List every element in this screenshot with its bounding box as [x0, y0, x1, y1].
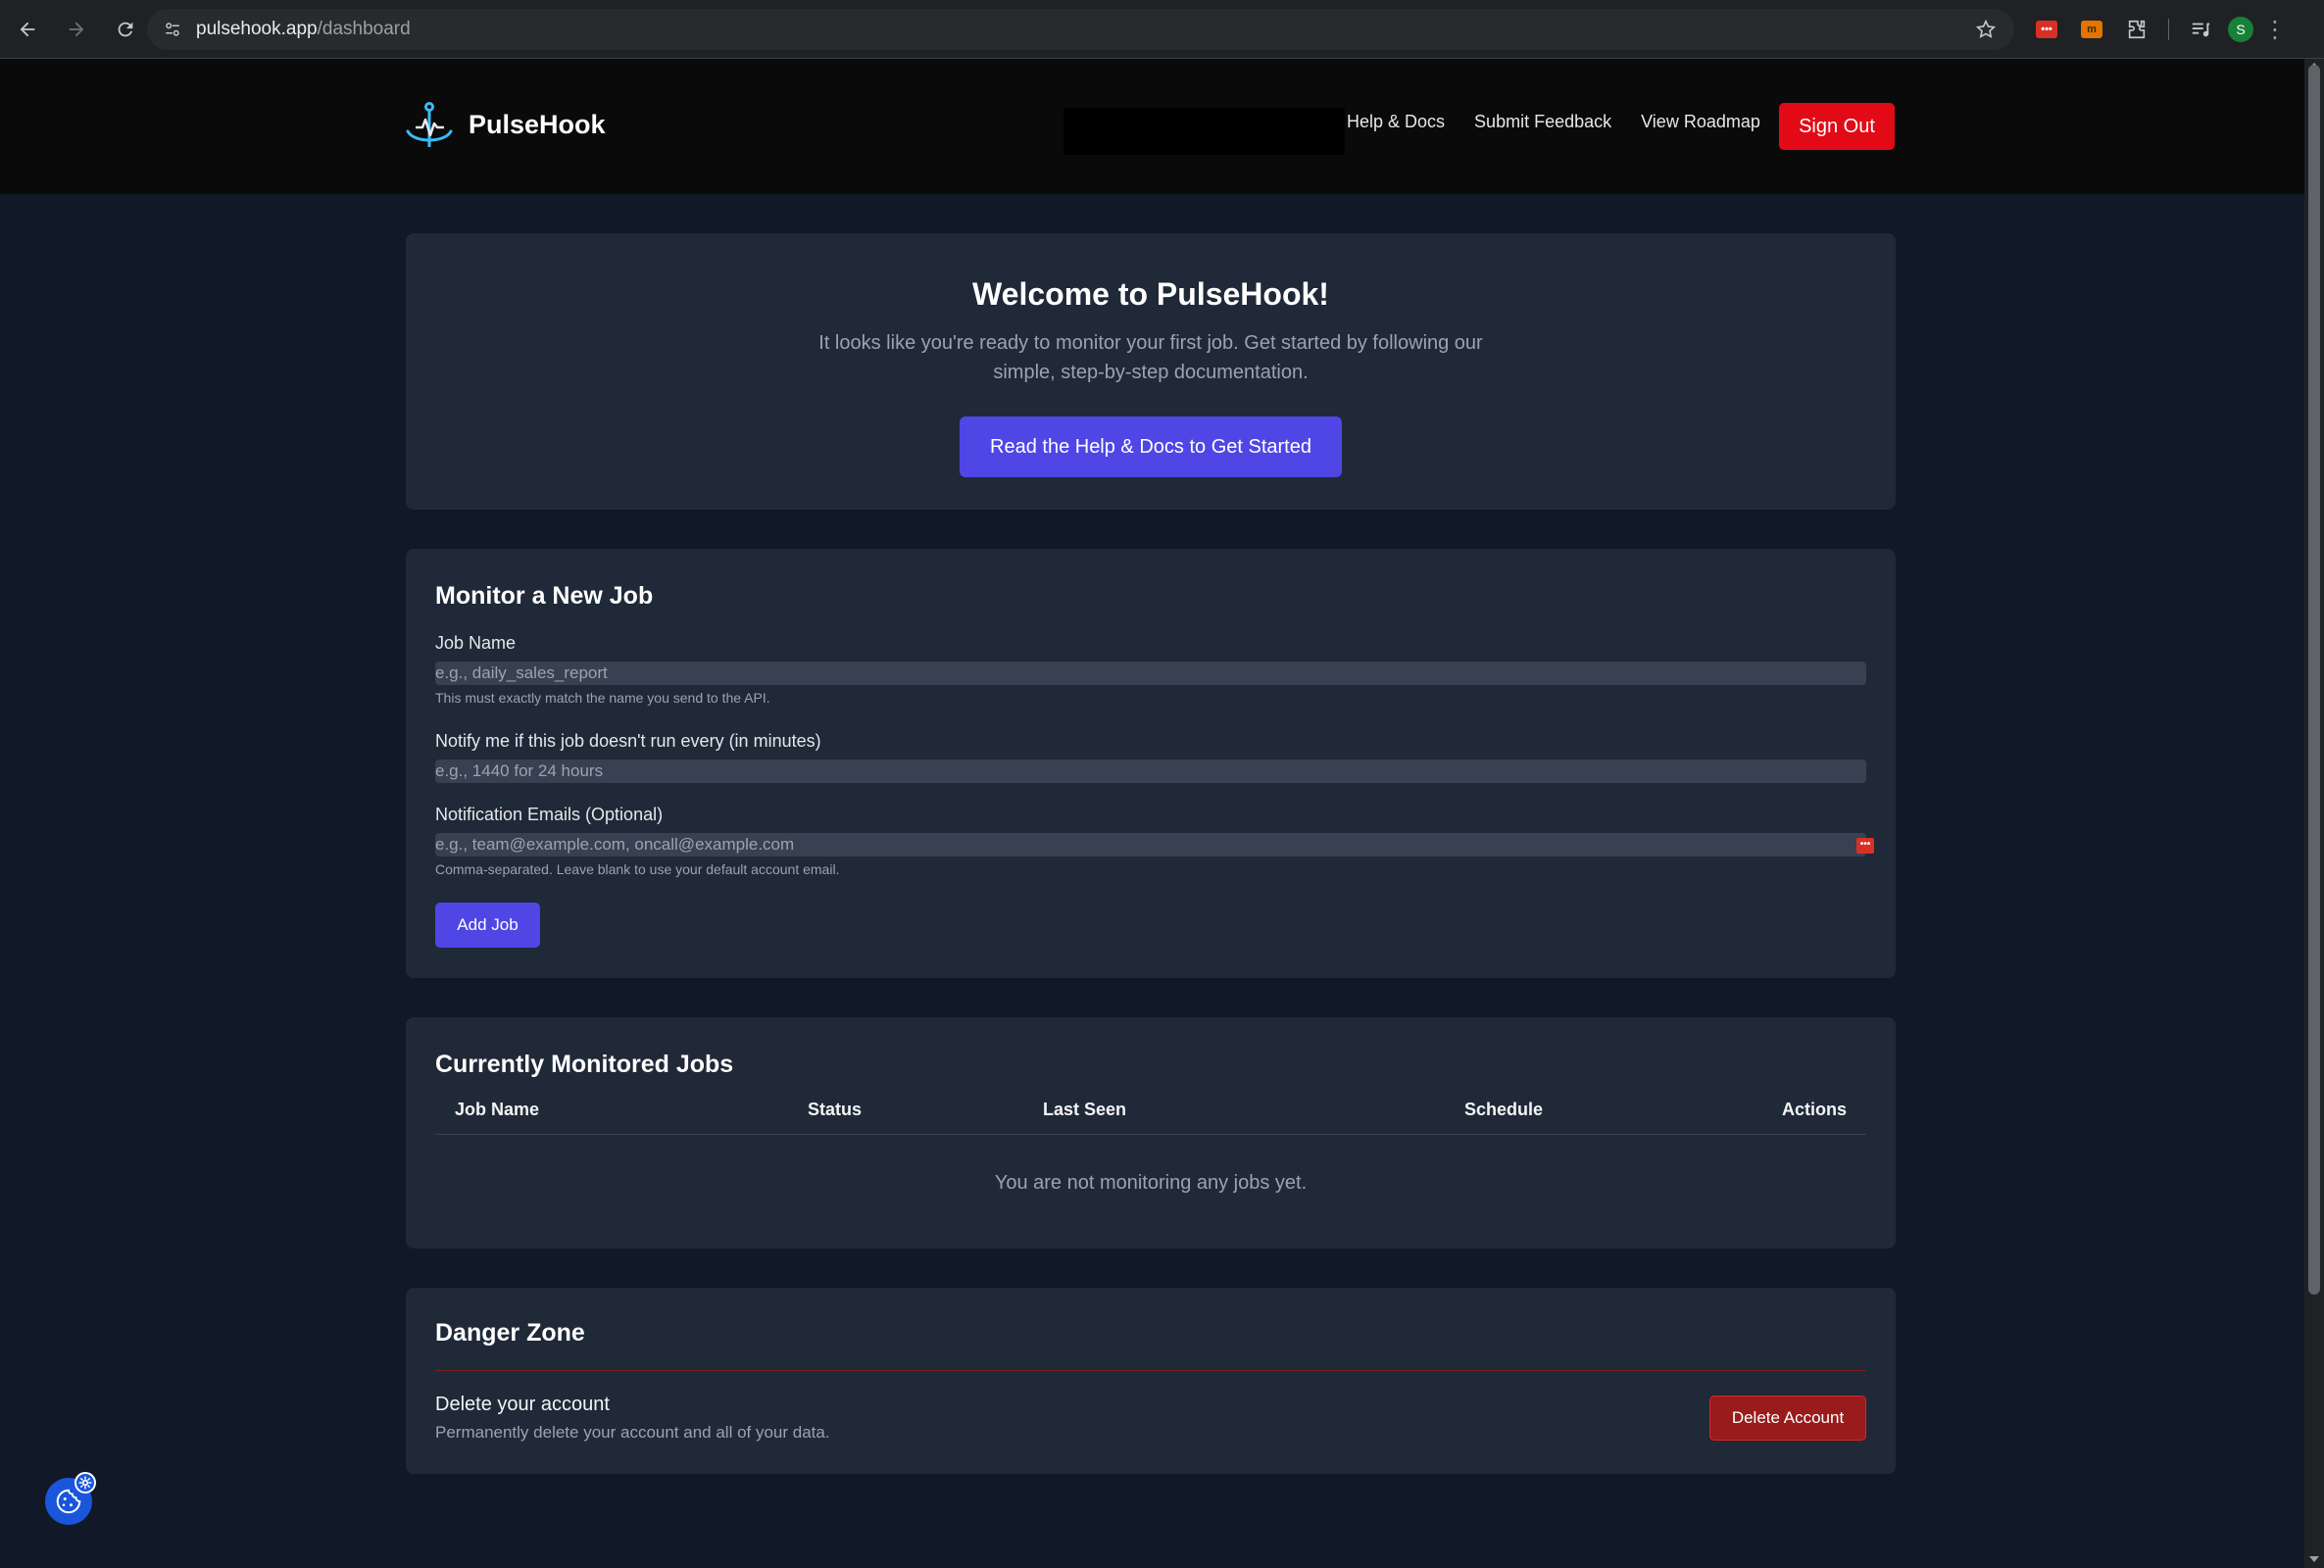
pulsehook-logo-icon [406, 102, 453, 147]
browser-menu-icon[interactable]: ⋮ [2263, 16, 2287, 44]
job-name-input[interactable] [435, 662, 1866, 685]
welcome-card: Welcome to PulseHook! It looks like you'… [406, 233, 1896, 510]
add-job-button[interactable]: Add Job [435, 903, 540, 948]
column-last-seen: Last Seen [1043, 1100, 1127, 1119]
nav-help-docs[interactable]: Help & Docs [1347, 110, 1445, 133]
extension-bar: ••• m S ⋮ [2029, 10, 2287, 49]
url-text: pulsehook.app/dashboard [196, 19, 411, 40]
emails-hint: Comma-separated. Leave blank to use your… [435, 861, 840, 877]
job-name-hint: This must exactly match the name you sen… [435, 690, 770, 706]
profile-avatar[interactable]: S [2228, 17, 2253, 42]
url-path: /dashboard [317, 19, 411, 39]
interval-input[interactable] [435, 760, 1866, 783]
media-control-icon[interactable] [2183, 12, 2218, 47]
app-header: PulseHook Help & Docs Submit Feedback Vi… [0, 59, 2304, 194]
site-info-icon[interactable] [153, 9, 192, 50]
job-name-label: Job Name [435, 633, 517, 653]
scroll-down-arrow-icon[interactable] [2309, 1556, 2319, 1562]
monitor-new-job-card: Monitor a New Job Job Name This must exa… [406, 549, 1896, 978]
top-nav: Help & Docs Submit Feedback View Roadmap [1347, 110, 1790, 133]
reload-button[interactable] [104, 8, 147, 51]
danger-title: Danger Zone [435, 1319, 585, 1347]
nav-submit-feedback[interactable]: Submit Feedback [1474, 110, 1611, 133]
forward-button[interactable] [55, 8, 98, 51]
monitor-title: Monitor a New Job [435, 582, 654, 610]
redacted-user-email [1063, 108, 1345, 155]
toolbar-separator [2168, 19, 2169, 40]
brand-logo-link[interactable]: PulseHook [404, 96, 606, 153]
welcome-title: Welcome to PulseHook! [972, 276, 1329, 312]
address-bar[interactable]: pulsehook.app/dashboard [147, 9, 2014, 50]
monitored-jobs-card: Currently Monitored Jobs Job Name Status… [406, 1017, 1896, 1249]
read-docs-button[interactable]: Read the Help & Docs to Get Started [960, 416, 1342, 477]
puzzle-extensions-icon[interactable] [2119, 12, 2154, 47]
delete-account-title: Delete your account [435, 1394, 610, 1415]
delete-account-button[interactable]: Delete Account [1709, 1396, 1866, 1441]
scroll-thumb[interactable] [2308, 65, 2320, 1295]
browser-toolbar: pulsehook.app/dashboard ••• m S ⋮ [0, 0, 2324, 59]
jobs-title: Currently Monitored Jobs [435, 1051, 734, 1078]
brand-name: PulseHook [469, 109, 606, 139]
emails-label: Notification Emails (Optional) [435, 805, 664, 824]
delete-account-description: Permanently delete your account and all … [435, 1423, 830, 1442]
column-status: Status [808, 1100, 863, 1119]
password-manager-icon[interactable]: ••• [1856, 838, 1874, 854]
cookie-gear-icon[interactable] [74, 1472, 96, 1494]
extension-m-icon[interactable]: m [2074, 12, 2109, 47]
arrow-left-icon [20, 22, 35, 36]
column-schedule: Schedule [1464, 1100, 1544, 1119]
column-job-name: Job Name [455, 1100, 540, 1119]
nav-view-roadmap[interactable]: View Roadmap [1641, 110, 1760, 133]
interval-label: Notify me if this job doesn't run every … [435, 731, 821, 751]
reload-icon [118, 22, 133, 36]
jobs-table-header: Job Name Status Last Seen Schedule Actio… [435, 1100, 1866, 1135]
bookmark-star-icon[interactable] [1975, 19, 1997, 40]
arrow-right-icon [69, 22, 84, 36]
back-button[interactable] [6, 8, 49, 51]
emails-input[interactable] [435, 833, 1866, 857]
welcome-text: It looks like you're ready to monitor yo… [818, 332, 1483, 383]
danger-divider [435, 1370, 1866, 1371]
extension-password-icon[interactable]: ••• [2029, 12, 2064, 47]
url-host: pulsehook.app [196, 19, 318, 39]
empty-jobs-message: You are not monitoring any jobs yet. [994, 1172, 1308, 1194]
sign-out-button[interactable]: Sign Out [1779, 103, 1895, 150]
page-scrollbar[interactable] [2304, 59, 2324, 1568]
column-actions: Actions [1781, 1100, 1847, 1119]
danger-zone-card: Danger Zone Delete your account Permanen… [406, 1288, 1896, 1474]
